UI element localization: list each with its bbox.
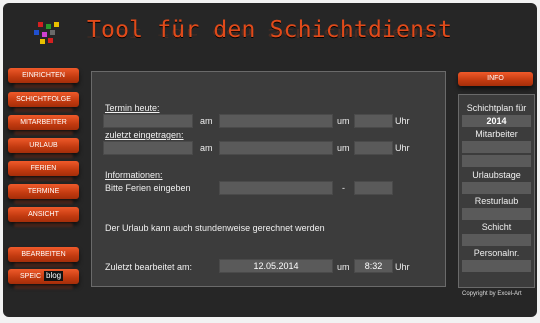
schichtfolge-button[interactable]: SCHICHTFOLGE bbox=[8, 92, 79, 107]
logo-square-green bbox=[46, 24, 51, 29]
app-logo-icon bbox=[32, 20, 64, 46]
termine-button[interactable]: TERMINE bbox=[8, 184, 79, 199]
ferien-start-field[interactable] bbox=[219, 181, 333, 195]
termin-heute-date-field[interactable] bbox=[219, 114, 333, 128]
termin-heute-um-label: um bbox=[337, 116, 350, 126]
zuletzt-um-label: um bbox=[337, 143, 350, 153]
schicht-label: Schicht bbox=[481, 222, 512, 232]
personalnr-field bbox=[462, 260, 531, 272]
ferien-prompt-label: Bitte Ferien eingeben bbox=[105, 183, 191, 193]
personalnr-label: Personalnr. bbox=[473, 248, 520, 258]
mitarbeiter-field bbox=[462, 141, 531, 153]
last-edit-time-field: 8:32 bbox=[354, 259, 393, 273]
app-title-reflection: Tool für den Schichtdienst bbox=[87, 26, 448, 39]
zuletzt-eingetragen-label: zuletzt eingetragen: bbox=[105, 130, 184, 140]
resturlaub-label: Resturlaub bbox=[474, 196, 519, 206]
app-window: Tool für den Schichtdienst Tool für den … bbox=[3, 3, 537, 317]
year-field: 2014 bbox=[462, 115, 531, 127]
logo-square-red bbox=[38, 22, 43, 27]
zuletzt-uhr-label: Uhr bbox=[395, 143, 410, 153]
logo-square-magenta bbox=[42, 32, 47, 37]
main-panel: Termin heute: am um Uhr zuletzt eingetra… bbox=[91, 71, 446, 287]
zuletzt-eingetragen-field[interactable] bbox=[103, 141, 193, 155]
informationen-label: Informationen: bbox=[105, 170, 163, 180]
zuletzt-bearbeitet-label: Zuletzt bearbeitet am: bbox=[105, 262, 193, 272]
schichtplan-label: Schichtplan für bbox=[466, 103, 527, 113]
ferien-button[interactable]: FERIEN bbox=[8, 161, 79, 176]
logo-square-yellow bbox=[54, 22, 59, 27]
zuletzt-time-field[interactable] bbox=[354, 141, 393, 155]
info-button[interactable]: INFO bbox=[458, 72, 533, 86]
last-edit-um-label: um bbox=[337, 262, 350, 272]
info-side-panel: Schichtplan für 2014 Mitarbeiter Urlaubs… bbox=[458, 94, 535, 288]
urlaubstage-field bbox=[462, 182, 531, 194]
logo-square-yellow-2 bbox=[40, 39, 45, 44]
termin-heute-label: Termin heute: bbox=[105, 103, 160, 113]
termin-heute-time-field[interactable] bbox=[354, 114, 393, 128]
resturlaub-field bbox=[462, 208, 531, 220]
einrichten-button[interactable]: EINRICHTEN bbox=[8, 68, 79, 83]
urlaubstage-label: Urlaubstage bbox=[472, 170, 521, 180]
mitarbeiter-field-2 bbox=[462, 155, 531, 167]
logo-square-grey bbox=[50, 30, 55, 35]
last-edit-uhr-label: Uhr bbox=[395, 262, 410, 272]
urlaub-button[interactable]: URLAUB bbox=[8, 138, 79, 153]
logo-square-red-2 bbox=[48, 38, 53, 43]
termin-heute-uhr-label: Uhr bbox=[395, 116, 410, 126]
schicht-field bbox=[462, 234, 531, 246]
mitarbeiter-label: Mitarbeiter bbox=[475, 129, 518, 139]
bearbeiten-button[interactable]: BEARBEITEN bbox=[8, 247, 79, 262]
ansicht-button[interactable]: ANSICHT bbox=[8, 207, 79, 222]
termin-heute-field[interactable] bbox=[103, 114, 193, 128]
ferien-dash: - bbox=[342, 183, 345, 193]
termin-heute-am-label: am bbox=[200, 116, 213, 126]
last-edit-date-field: 12.05.2014 bbox=[219, 259, 333, 273]
zuletzt-date-field[interactable] bbox=[219, 141, 333, 155]
speichern-label: SPEIC bbox=[20, 273, 42, 280]
blog-badge: blog bbox=[44, 271, 64, 281]
mitarbeiter-button[interactable]: MITARBEITER bbox=[8, 115, 79, 130]
speichern-button[interactable]: SPEIC blog bbox=[8, 269, 79, 284]
zuletzt-am-label: am bbox=[200, 143, 213, 153]
logo-square-blue bbox=[34, 30, 39, 35]
urlaub-note: Der Urlaub kann auch stundenweise gerech… bbox=[105, 223, 325, 233]
copyright-text: Copyright by Excel-Art bbox=[462, 291, 522, 297]
ferien-end-field[interactable] bbox=[354, 181, 393, 195]
